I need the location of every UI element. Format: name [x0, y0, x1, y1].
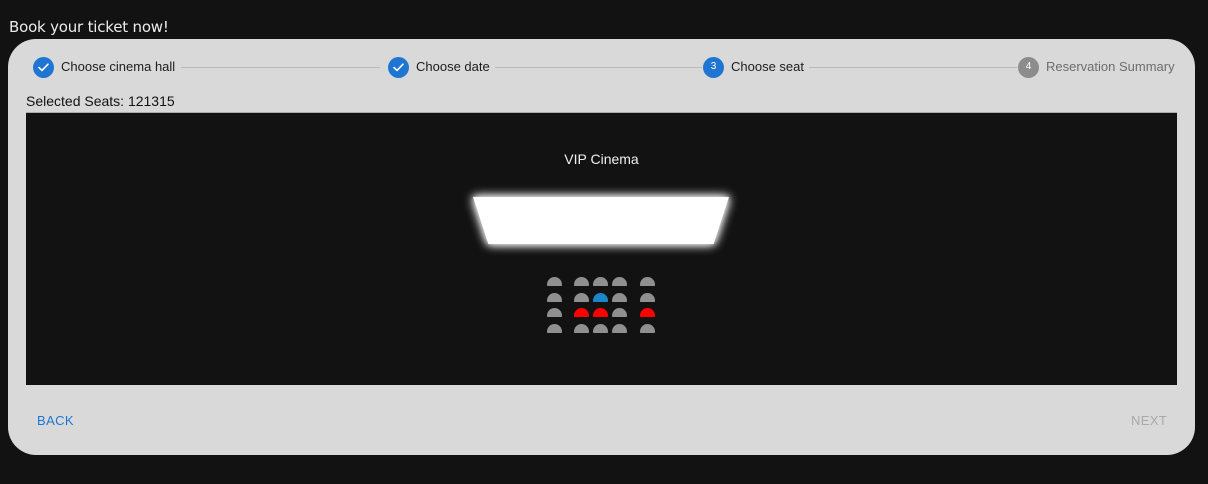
seat-available[interactable]: [593, 277, 608, 286]
step-label: Reservation Summary: [1046, 59, 1175, 74]
seat-available[interactable]: [547, 277, 562, 286]
seat-available[interactable]: [612, 293, 627, 302]
seat-available[interactable]: [612, 277, 627, 286]
seat-available[interactable]: [612, 324, 627, 333]
seat-reserved: [593, 308, 608, 317]
next-button[interactable]: NEXT: [1131, 413, 1167, 429]
page-heading: Book your ticket now!: [9, 18, 169, 36]
step-label: Choose seat: [731, 59, 804, 74]
step-number-badge: 3: [703, 56, 724, 78]
seat-available[interactable]: [574, 324, 589, 333]
step-number-badge: 4: [1018, 56, 1039, 78]
step-connector: [809, 67, 1017, 68]
seat-available[interactable]: [547, 308, 562, 317]
step-choose-seat: 3 Choose seat: [703, 56, 804, 78]
seat-reserved: [640, 308, 655, 317]
step-number: 4: [1025, 61, 1032, 72]
cinema-screen: [466, 193, 736, 253]
step-number: 3: [710, 61, 717, 72]
seat-available[interactable]: [574, 293, 589, 302]
seat-reserved: [574, 308, 589, 317]
step-choose-date: Choose date: [388, 56, 490, 78]
seat-selected[interactable]: [593, 293, 608, 302]
step-label: Choose cinema hall: [61, 59, 176, 74]
seat-available[interactable]: [547, 324, 562, 333]
screen-shape: [473, 197, 729, 244]
back-button[interactable]: BACK: [37, 413, 74, 429]
seat-map: [545, 277, 665, 343]
seat-available[interactable]: [612, 308, 627, 317]
seat-available[interactable]: [640, 293, 655, 302]
hall-name: VIP Cinema: [564, 151, 639, 167]
check-icon: [388, 56, 409, 78]
booking-stepper: Choose cinema hall Choose date 3 Choose …: [26, 56, 1175, 78]
seat-available[interactable]: [574, 277, 589, 286]
selected-seats-label: Selected Seats: 121315: [26, 93, 175, 109]
step-label: Choose date: [416, 59, 490, 74]
step-choose-cinema-hall: Choose cinema hall: [33, 56, 175, 78]
seat-available[interactable]: [593, 324, 608, 333]
seat-available[interactable]: [640, 277, 655, 286]
check-icon: [33, 56, 54, 78]
step-connector: [181, 67, 380, 68]
seat-available[interactable]: [640, 324, 655, 333]
step-reservation-summary: 4 Reservation Summary: [1018, 56, 1175, 78]
seat-available[interactable]: [547, 293, 562, 302]
step-connector: [495, 67, 702, 68]
cinema-hall-panel: VIP Cinema: [26, 112, 1177, 385]
